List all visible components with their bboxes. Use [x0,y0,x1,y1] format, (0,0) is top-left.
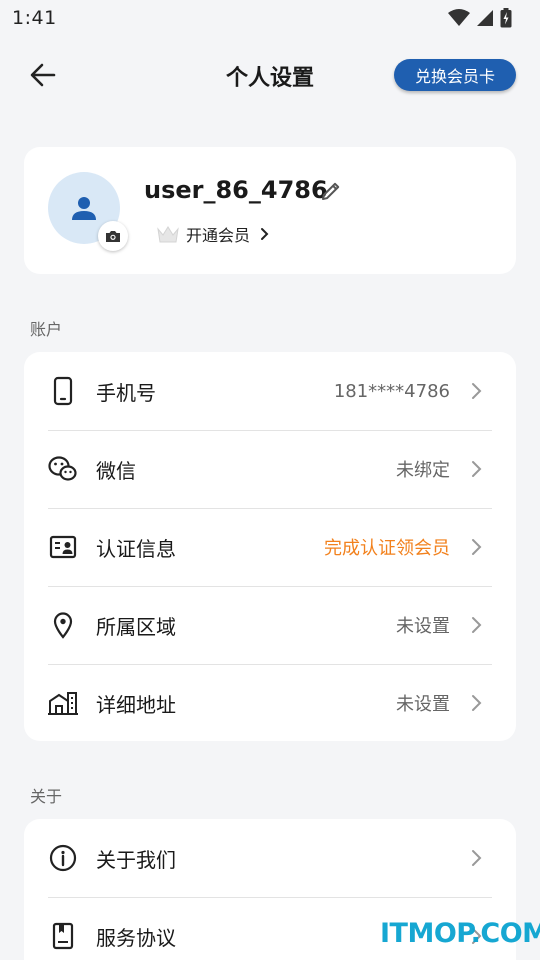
edit-icon[interactable] [320,180,342,202]
row-value-phone: 181****4786 [333,380,450,402]
chevron-right-icon [472,695,482,711]
watermark: ITMOP.COM [380,918,540,949]
open-membership-link[interactable]: 开通会员 [156,221,272,247]
chevron-right-icon [472,461,482,477]
section-label-about: 关于 [30,787,63,806]
wechat-icon [48,454,78,484]
row-label-verification: 认证信息 [96,536,176,561]
row-label-address: 详细地址 [96,692,176,717]
row-region[interactable]: 所属区域 未设置 [24,586,516,664]
chevron-right-icon [472,539,482,555]
profile-card: user_86_4786 开通会员 [24,147,516,274]
row-wechat[interactable]: 微信 未绑定 [24,430,516,508]
row-label-about-us: 关于我们 [96,847,176,872]
camera-icon [106,231,120,242]
wifi-icon [448,9,470,26]
id-card-icon [48,532,78,562]
change-avatar-button[interactable] [98,221,128,251]
row-phone[interactable]: 手机号 181****4786 [24,352,516,430]
row-label-wechat: 微信 [96,458,136,483]
location-pin-icon [48,610,78,640]
row-label-phone: 手机号 [96,380,156,405]
info-icon [48,843,78,873]
redeem-membership-card-button[interactable]: 兑换会员卡 [394,59,516,91]
section-label-account: 账户 [30,320,63,339]
row-value-address: 未设置 [396,694,450,715]
open-membership-label: 开通会员 [186,226,251,245]
building-icon [48,688,78,718]
chevron-right-icon [472,383,482,399]
battery-icon [500,8,512,28]
chevron-right-icon [472,850,482,866]
row-label-region: 所属区域 [96,614,176,639]
signal-icon [477,10,493,26]
phone-icon [48,376,78,406]
row-verification[interactable]: 认证信息 完成认证领会员 [24,508,516,586]
document-icon [48,921,78,951]
row-value-wechat: 未绑定 [396,460,450,481]
row-address[interactable]: 详细地址 未设置 [24,664,516,742]
status-time: 1:41 [12,7,57,29]
row-label-service-agreement: 服务协议 [96,925,176,950]
username: user_86_4786 [144,176,328,204]
account-card: 手机号 181****4786 微信 未绑定 认证信息 完成认证领会员 所属区域… [24,352,516,741]
chevron-right-icon [472,617,482,633]
header: 个人设置 兑换会员卡 [0,50,540,100]
crown-icon [157,226,179,243]
row-about-us[interactable]: 关于我们 [24,819,516,897]
chevron-right-icon [261,228,269,240]
status-icons [448,8,512,28]
row-value-verification: 完成认证领会员 [324,538,450,559]
row-value-region: 未设置 [396,616,450,637]
status-bar: 1:41 [0,0,540,36]
user-avatar-icon [72,197,96,220]
